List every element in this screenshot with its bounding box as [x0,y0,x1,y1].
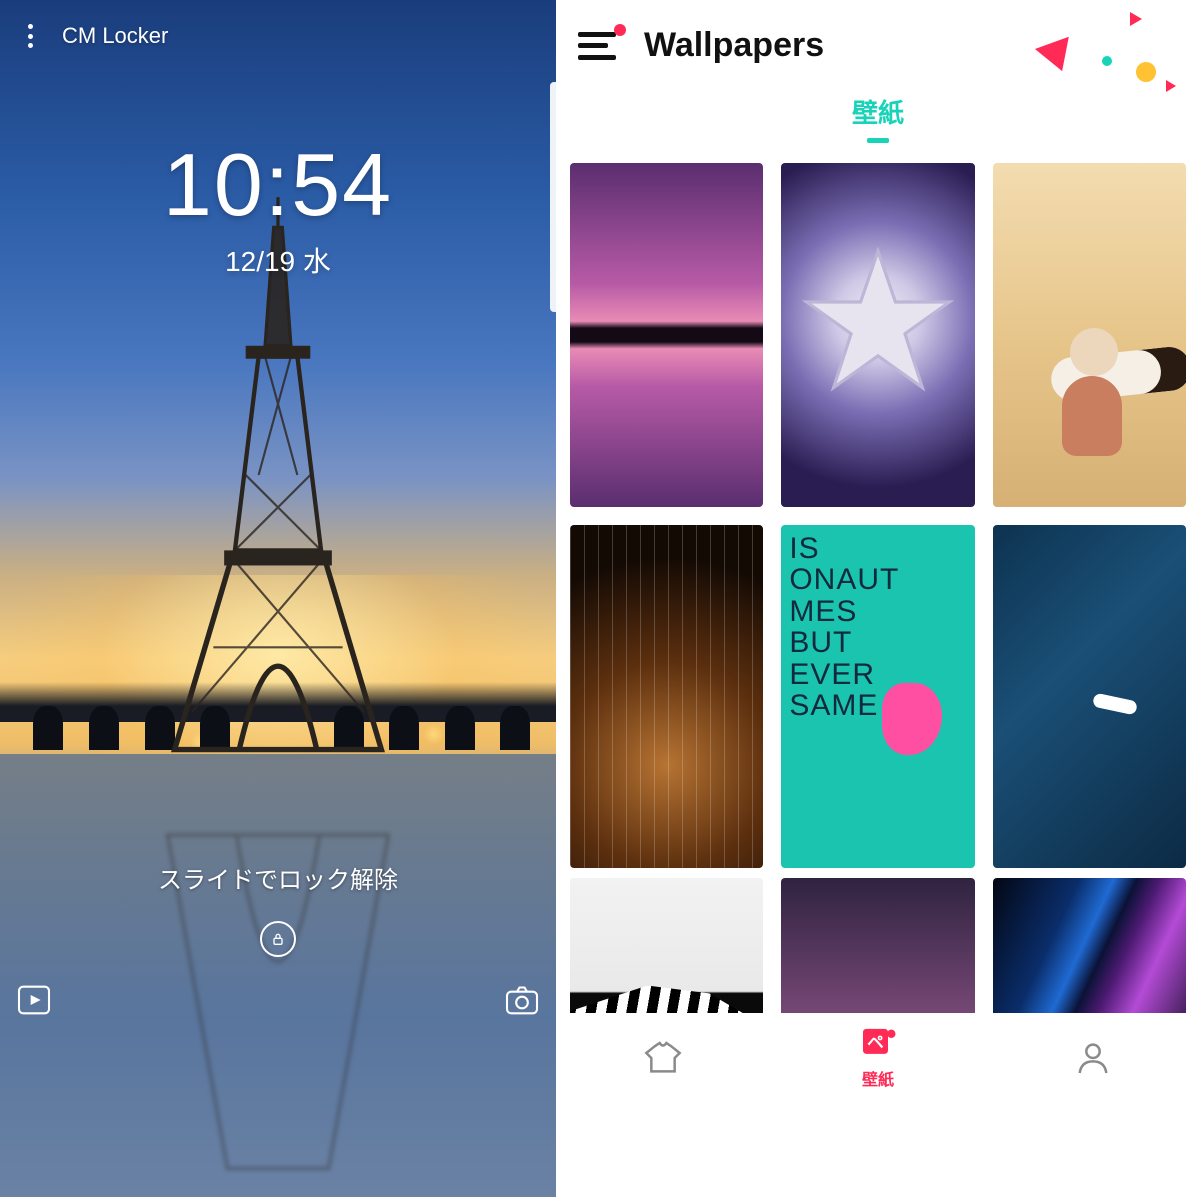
unlock-hint-label: スライドでロック解除 [0,860,556,895]
wallpaper-thumb[interactable]: ISONAUTMESBUTEVERSAME [781,525,974,869]
tower-reflection [163,780,393,1180]
hedge-decoration [33,706,63,750]
hedge-decoration [200,706,230,750]
unlock-area[interactable]: スライドでロック解除 [0,860,556,957]
tshirt-icon [643,1041,683,1075]
nav-wallpapers[interactable]: ペ 壁紙 [858,1026,898,1090]
wallpaper-thumb[interactable] [993,525,1186,869]
more-vertical-icon[interactable] [20,22,40,50]
person-icon [1073,1041,1113,1075]
nav-themes[interactable] [643,1041,683,1075]
sky-glow-decoration [0,575,556,835]
bottom-nav: ペ 壁紙 [556,1013,1200,1103]
hedge-decoration [334,706,364,750]
play-decoration-icon [1166,80,1176,92]
wallpaper-thumb[interactable] [781,163,974,507]
wallpapers-pane: Wallpapers 壁紙 ISONAUTMESBUTEVERSAME [556,0,1200,1197]
hedge-decoration [145,706,175,750]
nav-wallpapers-label: 壁紙 [862,1066,894,1090]
clock-date: 12/19 水 [0,240,556,280]
wallpapers-header: Wallpapers [556,0,1200,75]
wallpaper-grid: ISONAUTMESBUTEVERSAME [556,153,1200,868]
notification-dot-icon [614,24,626,36]
tab-label: 壁紙 [556,93,1200,130]
svg-text:ペ: ペ [867,1033,884,1052]
wallpaper-thumb[interactable] [570,163,763,507]
lockscreen-topbar: CM Locker [20,22,168,50]
hedge-decoration [445,706,475,750]
wallpaper-nav-icon: ペ [858,1026,898,1060]
hamburger-menu-icon[interactable] [578,32,616,60]
menu-button-wrap [578,32,616,60]
wallpaper-thumb[interactable] [570,525,763,869]
tab-wallpapers[interactable]: 壁紙 [556,93,1200,143]
camera-shortcut-icon[interactable] [502,980,542,1025]
page-title: Wallpapers [644,26,824,65]
nav-profile[interactable] [1073,1041,1113,1075]
tab-underline [867,138,889,143]
clock-block: 10:54 12/19 水 [0,134,556,280]
media-shortcut-icon[interactable] [14,980,54,1025]
app-name-label: CM Locker [62,23,168,49]
hedge-decoration [500,706,530,750]
wallpaper-thumb[interactable] [993,163,1186,507]
clock-time: 10:54 [0,134,556,236]
water-glow [0,754,556,1197]
hedge-decoration [389,706,419,750]
hedge-decoration [89,706,119,750]
lockscreen-pane: CM Locker 10:54 12/19 水 スライドでロック解除 [0,0,556,1197]
water-reflection-bg [0,754,556,1197]
lock-icon[interactable] [260,921,296,957]
